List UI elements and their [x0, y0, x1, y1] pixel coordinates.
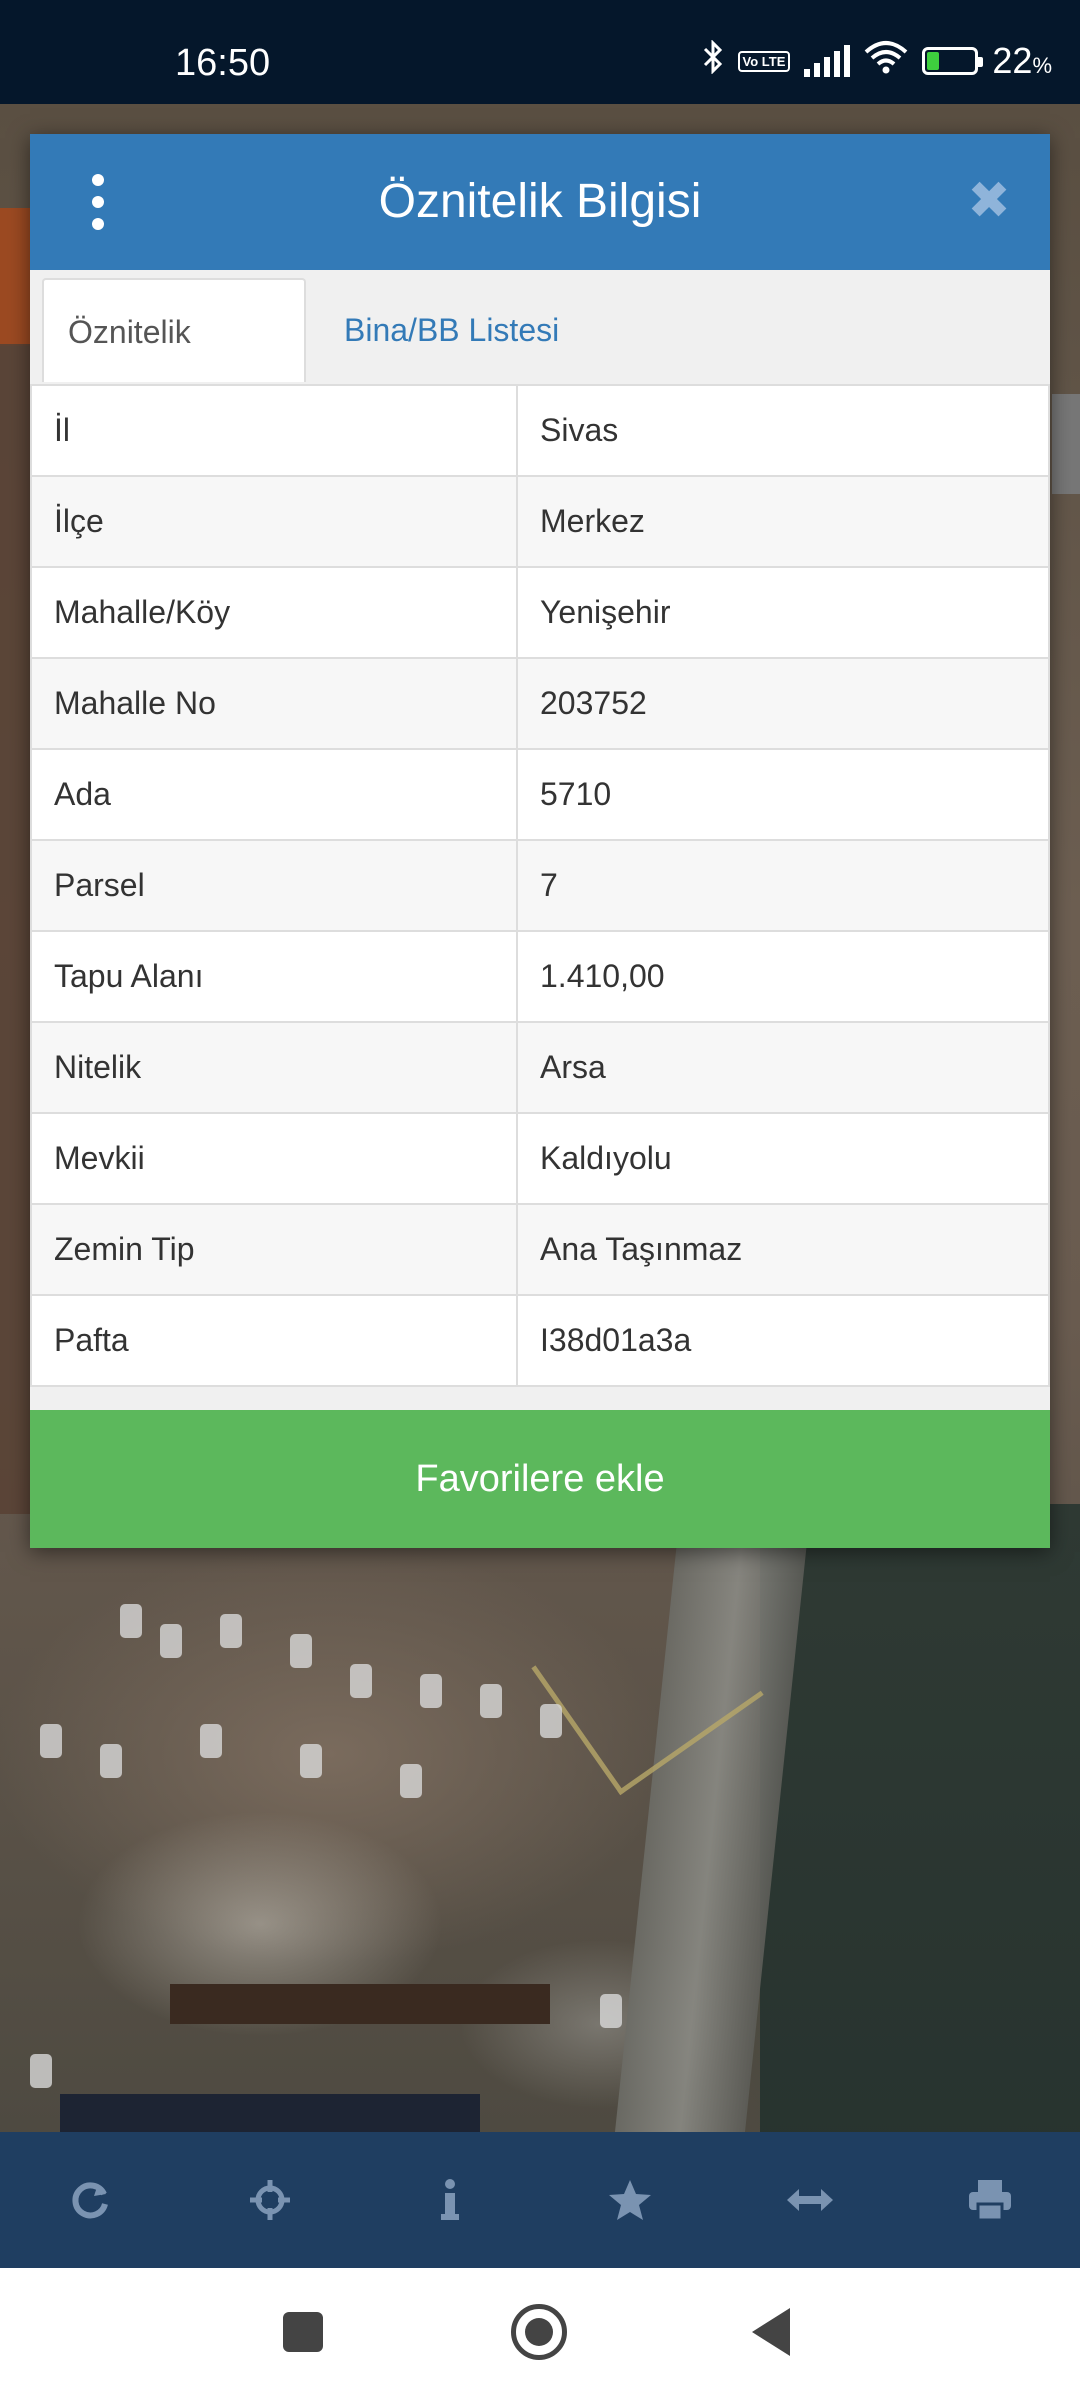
- attribute-value: Yenişehir: [516, 566, 1050, 659]
- attribute-value: I38d01a3a: [516, 1294, 1050, 1387]
- table-row: Zemin Tip Ana Taşınmaz: [30, 1203, 1050, 1296]
- map-car: [40, 1724, 62, 1758]
- table-row: Nitelik Arsa: [30, 1021, 1050, 1114]
- tab-building-list[interactable]: Bina/BB Listesi: [320, 278, 583, 382]
- tab-attribute-info[interactable]: Öznitelik Bilgisi: [42, 278, 306, 454]
- attribute-value: 5710: [516, 748, 1050, 841]
- dialog-header: Öznitelik Bilgisi ✖: [30, 134, 1050, 270]
- map-car: [290, 1634, 312, 1668]
- status-bar: 16:50 Vo LTE 22%: [0, 0, 1080, 104]
- map-car: [540, 1704, 562, 1738]
- attribute-key: Tapu Alanı: [30, 930, 518, 1023]
- attribute-key: Nitelik: [30, 1021, 518, 1114]
- android-nav-bar: [0, 2268, 1080, 2400]
- attribute-value: Arsa: [516, 1021, 1050, 1114]
- status-icons: Vo LTE 22%: [702, 39, 1052, 82]
- attribute-key: İlçe: [30, 475, 518, 568]
- table-row: Mahalle/Köy Yenişehir: [30, 566, 1050, 659]
- attribute-value: 7: [516, 839, 1050, 932]
- table-row: Mevkii Kaldıyolu: [30, 1112, 1050, 1205]
- map-car: [400, 1764, 422, 1798]
- map-car: [420, 1674, 442, 1708]
- map-building: [60, 2094, 480, 2132]
- table-row: İlçe Merkez: [30, 475, 1050, 568]
- battery-percentage: 22%: [992, 40, 1052, 81]
- attribute-table: İl Sivas İlçe Merkez Mahalle/Köy Yenişehir Mah…: [30, 384, 1050, 1387]
- add-to-favorites-button[interactable]: Favorilere ekle: [30, 1410, 1050, 1548]
- status-time: 16:50: [175, 42, 271, 84]
- map-toolbar: [0, 2132, 1080, 2268]
- attribute-value: 1.410,00: [516, 930, 1050, 1023]
- print-icon[interactable]: [945, 2155, 1035, 2245]
- measure-arrows-icon[interactable]: [765, 2155, 855, 2245]
- table-row: Tapu Alanı 1.410,00: [30, 930, 1050, 1023]
- refresh-icon[interactable]: [45, 2155, 135, 2245]
- map-car: [200, 1724, 222, 1758]
- bluetooth-icon: [702, 39, 724, 82]
- attribute-dialog: Öznitelik Bilgisi ✖ Öznitelik Bilgisi Bi…: [30, 134, 1050, 1548]
- wifi-icon: [864, 40, 908, 82]
- map-car: [600, 1994, 622, 2028]
- recent-apps-button[interactable]: [283, 2312, 323, 2352]
- volte-icon: Vo LTE: [737, 50, 791, 72]
- map-car: [120, 1604, 142, 1638]
- attribute-value: Kaldıyolu: [516, 1112, 1050, 1205]
- map-car: [220, 1614, 242, 1648]
- attribute-key: Mahalle No: [30, 657, 518, 750]
- star-icon[interactable]: [585, 2155, 675, 2245]
- attribute-key: Ada: [30, 748, 518, 841]
- attribute-key: Parsel: [30, 839, 518, 932]
- map-car: [100, 1744, 122, 1778]
- map-car: [160, 1624, 182, 1658]
- attribute-value: Ana Taşınmaz: [516, 1203, 1050, 1296]
- map-roof: [170, 1984, 550, 2024]
- attribute-value: Sivas: [516, 384, 1050, 477]
- attribute-value: 203752: [516, 657, 1050, 750]
- map-water-area: [760, 1504, 1080, 2132]
- table-row: Mahalle No 203752: [30, 657, 1050, 750]
- attribute-key: Mevkii: [30, 1112, 518, 1205]
- map-right-edge: [1052, 394, 1080, 494]
- info-icon[interactable]: [405, 2155, 495, 2245]
- crosshair-icon[interactable]: [225, 2155, 315, 2245]
- table-row: Parsel 7: [30, 839, 1050, 932]
- table-row: Pafta I38d01a3a: [30, 1294, 1050, 1387]
- attribute-value: Merkez: [516, 475, 1050, 568]
- attribute-key: Zemin Tip: [30, 1203, 518, 1296]
- map-car: [350, 1664, 372, 1698]
- cell-signal-icon: [804, 45, 851, 77]
- map-car: [300, 1744, 322, 1778]
- map-car: [480, 1684, 502, 1718]
- dialog-title: Öznitelik Bilgisi: [378, 175, 702, 228]
- back-button[interactable]: [752, 2308, 790, 2356]
- attribute-key: İl: [30, 384, 518, 477]
- attribute-key: Pafta: [30, 1294, 518, 1387]
- map-car: [30, 2054, 52, 2088]
- table-row: Ada 5710: [30, 748, 1050, 841]
- battery-icon: [922, 47, 984, 75]
- map-left-edge: [0, 344, 30, 1514]
- close-icon[interactable]: ✖: [964, 175, 1014, 227]
- table-row: İl Sivas: [30, 384, 1050, 477]
- home-button[interactable]: [511, 2304, 567, 2360]
- attribute-key: Mahalle/Köy: [30, 566, 518, 659]
